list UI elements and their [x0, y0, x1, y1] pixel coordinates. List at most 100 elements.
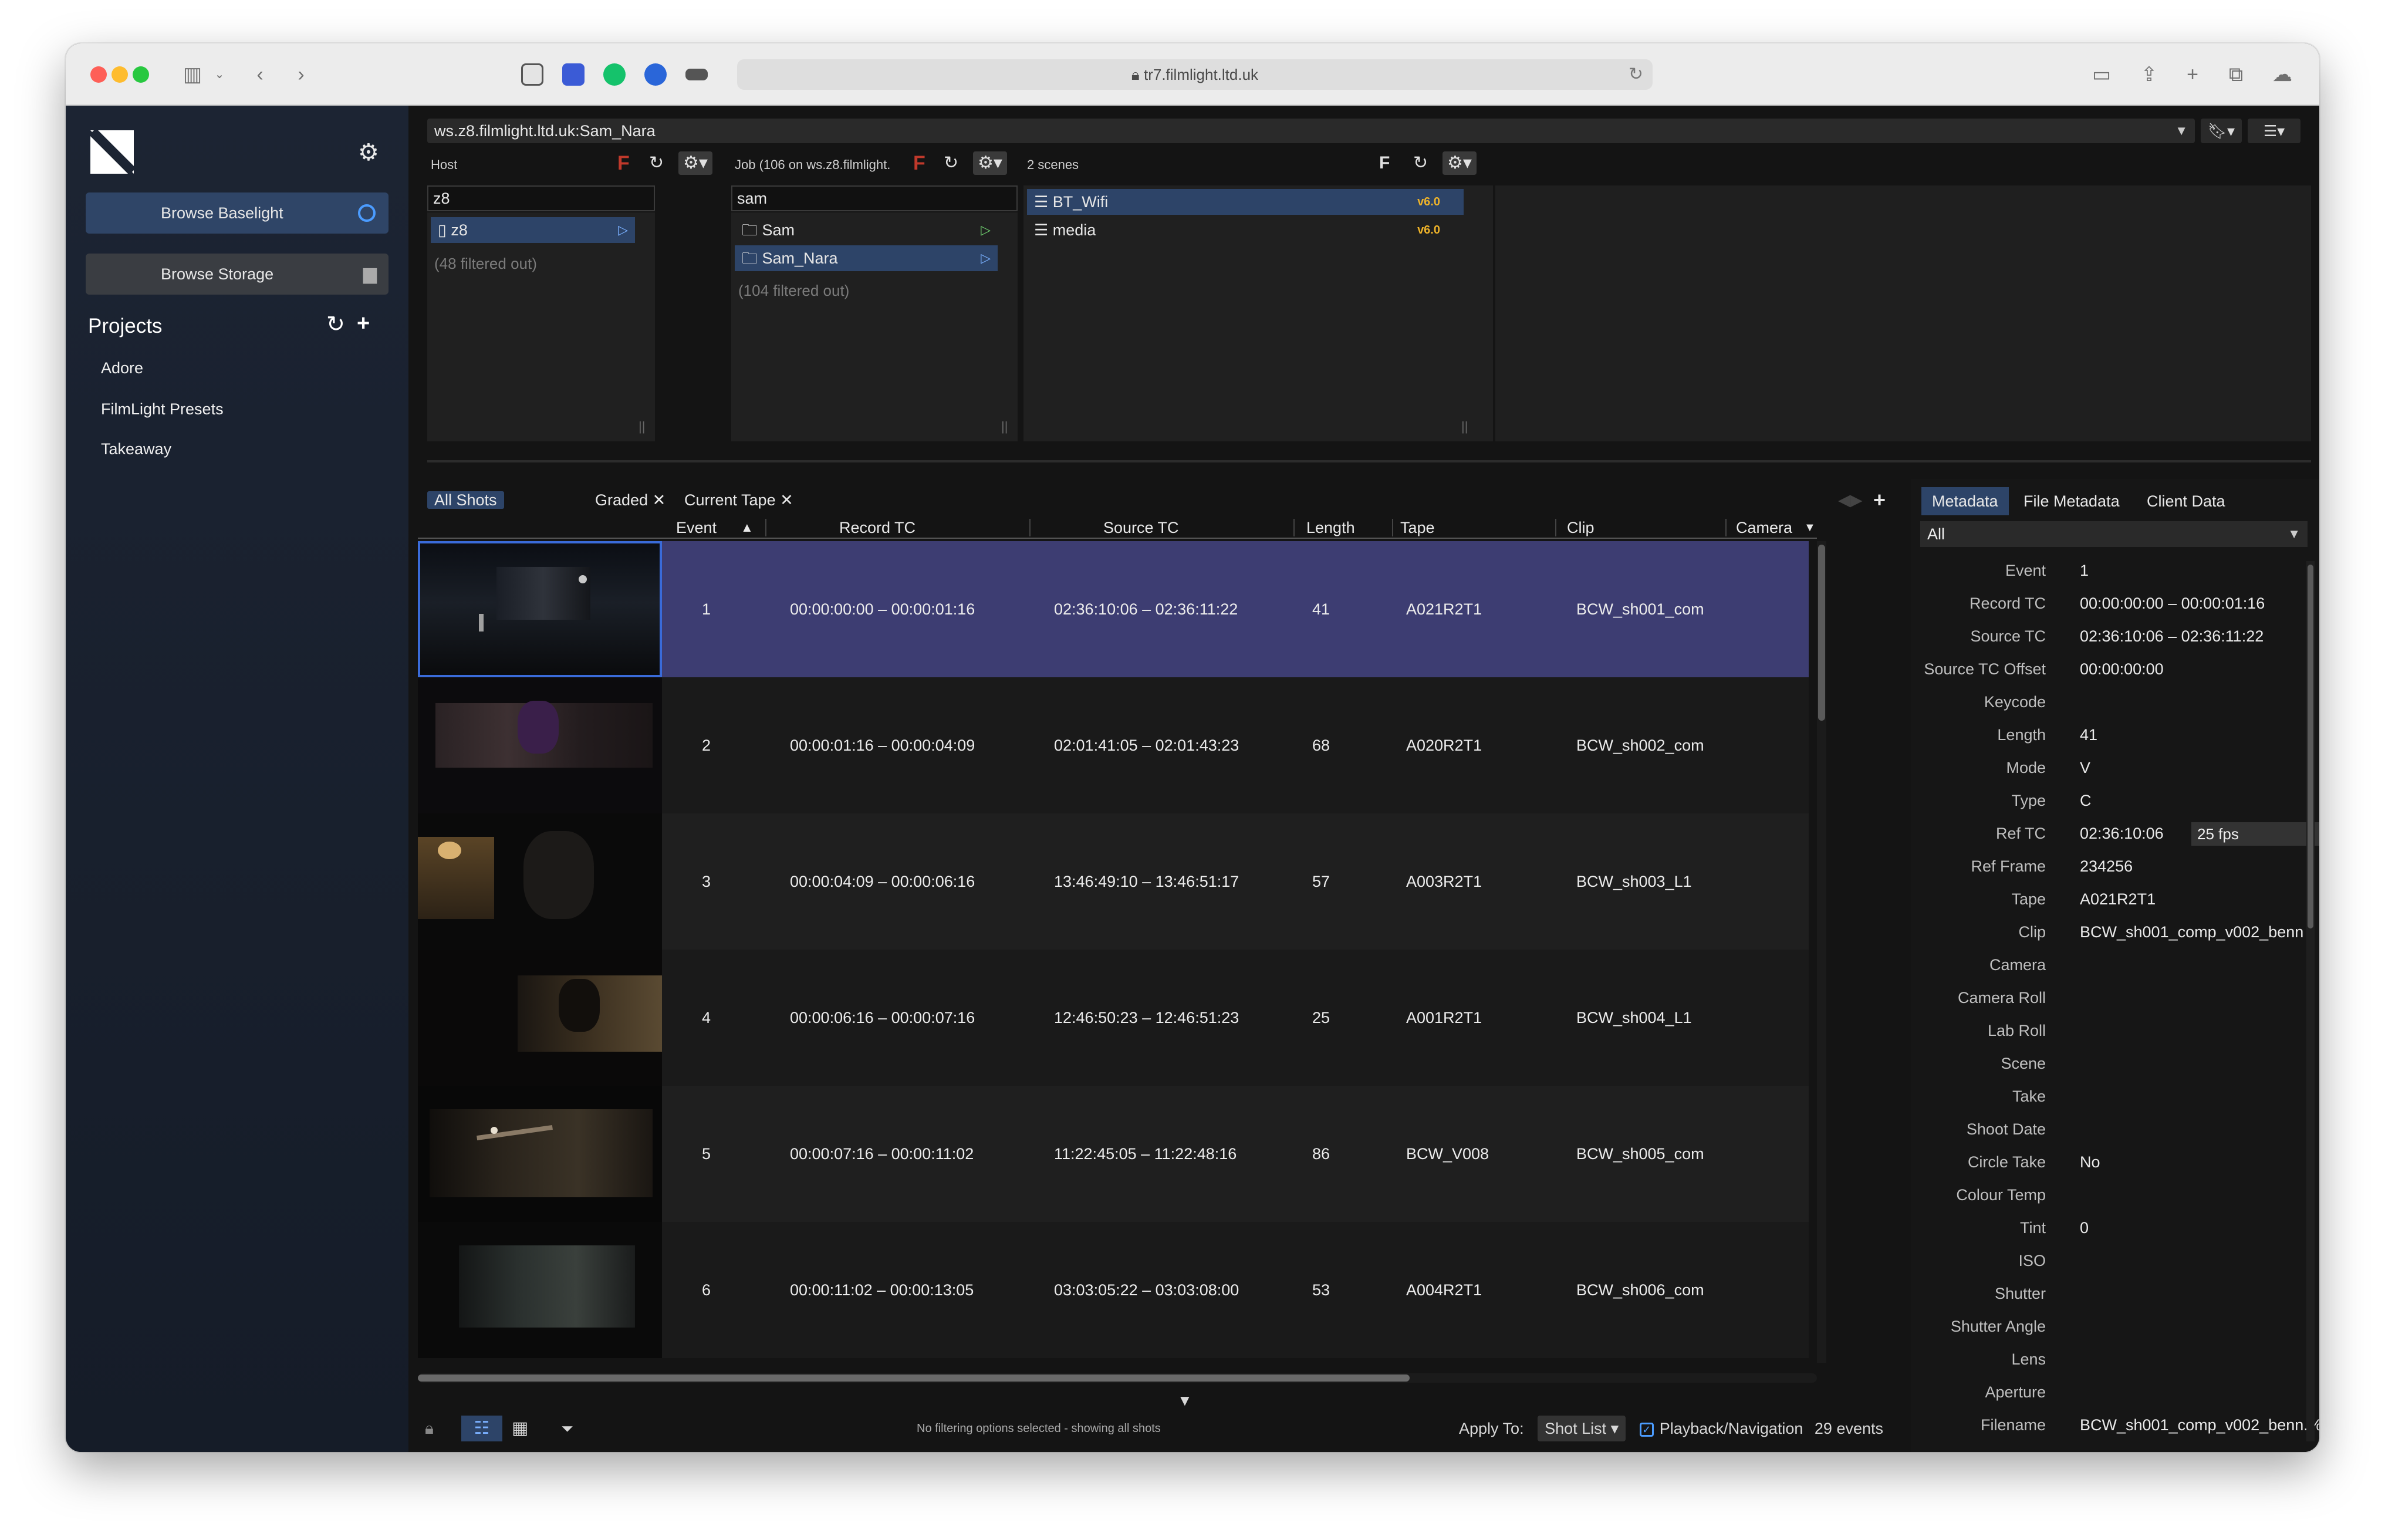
column-separator[interactable] — [1725, 519, 1727, 536]
scenes-gear-menu[interactable]: ⚙▾ — [1443, 151, 1477, 175]
refresh-icon[interactable]: ↻ — [649, 151, 664, 175]
header-record-tc[interactable]: Record TC — [839, 516, 916, 539]
host-item-z8[interactable]: ▯ z8 ▷ — [431, 217, 635, 243]
chevron-down-icon[interactable]: ⌄ — [214, 63, 225, 86]
back-icon[interactable]: ‹ — [251, 63, 269, 86]
table-row[interactable]: 5 00:00:07:16 – 00:00:11:02 11:22:45:05 … — [418, 1086, 1809, 1222]
header-source-tc[interactable]: Source TC — [1103, 516, 1179, 539]
close-window-button[interactable] — [90, 66, 107, 83]
project-item[interactable]: Adore — [101, 359, 143, 377]
share-icon[interactable]: ⇪ — [2137, 63, 2161, 86]
job-item-sam[interactable]: 🗀︎ Sam ▷ — [735, 217, 998, 243]
accessibility-extension-icon[interactable] — [644, 63, 667, 86]
scene-item[interactable]: ☰ BT_Wifi v6.0 — [1027, 189, 1464, 215]
resize-grip[interactable]: || — [639, 419, 645, 434]
column-separator[interactable] — [1029, 519, 1031, 536]
resize-grip[interactable]: || — [1001, 419, 1008, 434]
refresh-icon[interactable]: ↻ — [1413, 151, 1428, 175]
sidebar-toggle-icon[interactable]: ▥ — [181, 63, 204, 86]
scrollbar-thumb[interactable] — [2308, 565, 2313, 928]
new-tab-icon[interactable]: + — [2181, 63, 2204, 86]
column-separator[interactable] — [1293, 519, 1295, 536]
browse-baselight-button[interactable]: Browse Baselight — [86, 192, 389, 234]
filmlight-f-icon[interactable]: F — [617, 151, 630, 175]
metadata-value[interactable]: C — [2080, 784, 2092, 817]
settings-gear-icon[interactable]: ⚙ — [358, 141, 379, 164]
forward-icon[interactable]: › — [292, 63, 310, 86]
header-camera[interactable]: Camera — [1736, 516, 1792, 539]
scrollbar-thumb[interactable] — [418, 1374, 1410, 1382]
card-extension-icon[interactable] — [685, 69, 708, 80]
project-item[interactable]: Takeaway — [101, 440, 171, 458]
metadata-value[interactable]: 00:00:00:00 — [2080, 653, 2164, 685]
column-menu-icon[interactable]: ▼ — [1804, 516, 1816, 539]
table-row[interactable]: 6 00:00:11:02 – 00:00:13:05 03:03:05:22 … — [418, 1222, 1809, 1358]
header-event[interactable]: Event — [676, 516, 717, 539]
refresh-icon[interactable]: ↻ — [944, 151, 958, 175]
column-separator[interactable] — [1392, 519, 1393, 536]
tab-scroll-arrows-icon[interactable]: ◀▶ — [1838, 487, 1863, 513]
scene-item[interactable]: ☰ media v6.0 — [1027, 217, 1464, 243]
metadata-scrollbar[interactable] — [2306, 561, 2315, 1441]
metadata-value[interactable]: A021R2T1 — [2080, 883, 2156, 916]
add-project-icon[interactable]: + — [357, 311, 370, 336]
address-bar[interactable]: 🔒︎ tr7.filmlight.ltd.uk ↻ — [737, 59, 1653, 90]
table-row[interactable]: 4 00:00:06:16 – 00:00:07:16 12:46:50:23 … — [418, 950, 1809, 1086]
add-tab-icon[interactable]: + — [1873, 487, 1886, 513]
reload-icon[interactable]: ↻ — [1629, 59, 1643, 90]
resize-grip[interactable]: || — [1461, 419, 1468, 434]
table-horizontal-scrollbar[interactable] — [418, 1373, 1817, 1383]
table-vertical-scrollbar[interactable] — [1817, 541, 1826, 1363]
filter-icon[interactable]: ⏷ — [561, 1416, 573, 1441]
metadata-filter-select[interactable]: All ▼ — [1920, 521, 2308, 547]
filmlight-f-icon[interactable]: F — [1379, 151, 1390, 175]
metadata-value[interactable]: V — [2080, 751, 2090, 784]
notes-extension-icon[interactable] — [562, 63, 585, 86]
metadata-value[interactable]: 02:36:10:06 — [2080, 817, 2164, 850]
metadata-value[interactable]: 02:36:10:06 – 02:36:11:22 — [2080, 620, 2264, 653]
metadata-value[interactable]: 0 — [2080, 1211, 2089, 1244]
grammarly-extension-icon[interactable] — [603, 63, 626, 86]
metadata-value[interactable]: 1 — [2080, 554, 2089, 587]
refresh-projects-icon[interactable]: ↻ — [326, 311, 345, 337]
table-row[interactable]: 1 00:00:00:00 – 00:00:01:16 02:36:10:06 … — [418, 541, 1809, 677]
table-row[interactable]: 2 00:00:01:16 – 00:00:04:09 02:01:41:05 … — [418, 677, 1809, 813]
filmlight-f-icon[interactable]: F — [913, 151, 925, 175]
column-separator[interactable] — [1555, 519, 1556, 536]
fps-select[interactable]: 25 fps▼ — [2191, 822, 2319, 846]
view-options-button[interactable]: ☰▾ — [2248, 119, 2300, 143]
minimize-window-button[interactable] — [112, 66, 128, 83]
close-icon[interactable]: ✕ — [780, 491, 793, 509]
notion-extension-icon[interactable] — [521, 63, 543, 86]
column-separator[interactable] — [765, 519, 766, 536]
metadata-value[interactable]: No — [2080, 1146, 2100, 1178]
browse-storage-button[interactable]: Browse Storage ▆ — [86, 254, 389, 295]
metadata-value[interactable]: 00:00:00:00 – 00:00:01:16 — [2080, 587, 2265, 620]
zoom-window-button[interactable] — [133, 66, 149, 83]
metadata-value[interactable]: 41 — [2080, 718, 2097, 751]
table-row[interactable]: 3 00:00:04:09 – 00:00:06:16 13:46:49:10 … — [418, 813, 1809, 950]
tab-all-shots[interactable]: All Shots — [427, 491, 504, 509]
bookmark-button[interactable]: 🔖︎▾ — [2201, 119, 2242, 143]
tab-file-metadata[interactable]: File Metadata — [2013, 487, 2130, 515]
host-gear-menu[interactable]: ⚙▾ — [678, 151, 712, 175]
sort-ascending-icon[interactable]: ▲ — [741, 516, 754, 539]
metadata-value[interactable]: BCW_sh001_comp_v002_benn — [2080, 916, 2303, 948]
scrollbar-thumb[interactable] — [1818, 545, 1825, 721]
path-selector[interactable]: ws.z8.filmlight.ltd.uk:Sam_Nara ▼ — [427, 119, 2195, 143]
job-gear-menu[interactable]: ⚙▾ — [973, 151, 1007, 175]
lock-icon[interactable]: 🔒︎ — [425, 1416, 434, 1441]
header-clip[interactable]: Clip — [1567, 516, 1594, 539]
grid-view-icon[interactable]: ▦ — [512, 1416, 528, 1441]
cloud-icon[interactable]: ☁ — [2268, 63, 2297, 86]
header-tape[interactable]: Tape — [1400, 516, 1435, 539]
tab-metadata[interactable]: Metadata — [1921, 487, 2009, 515]
tab-current-tape[interactable]: Current Tape ✕ — [684, 487, 793, 513]
host-filter-input[interactable]: z8 — [427, 185, 655, 211]
playback-checkbox[interactable]: ✓ — [1639, 1422, 1654, 1437]
header-length[interactable]: Length — [1306, 516, 1355, 539]
project-item[interactable]: FilmLight Presets — [101, 400, 224, 418]
apply-to-select[interactable]: Shot List ▾ — [1538, 1416, 1626, 1441]
reader-icon[interactable]: ▭ — [2087, 63, 2116, 86]
job-filter-input[interactable]: sam — [731, 185, 1018, 211]
